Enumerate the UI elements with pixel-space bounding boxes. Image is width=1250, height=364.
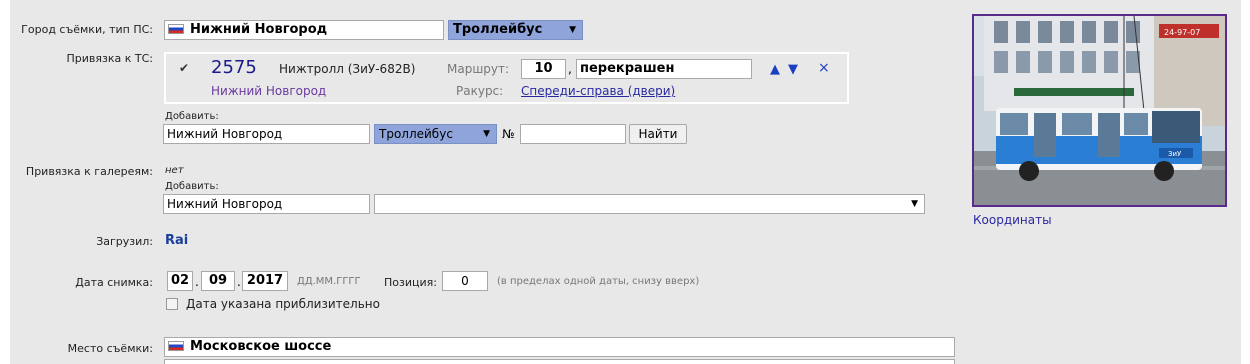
gallery-link-label: Привязка к галереям: — [25, 165, 153, 178]
add-gallery-city-input[interactable]: Нижний Новгород — [163, 194, 370, 214]
next-field-input[interactable] — [164, 359, 955, 364]
angle-label: Ракурс: — [456, 84, 504, 98]
chevron-down-icon: ▼ — [569, 25, 576, 35]
gallery-select[interactable]: ▼ — [374, 194, 925, 214]
trolleybus-photo: 24-97-07 ЗиУ — [974, 16, 1225, 205]
route-label: Маршрут: — [447, 62, 510, 76]
approx-date-checkbox[interactable] — [166, 298, 178, 310]
gallery-value: нет — [165, 165, 184, 176]
coordinates-link[interactable]: Координаты — [973, 213, 1052, 227]
add-vehicle-city-input[interactable]: Нижний Новгород — [163, 124, 370, 144]
vehicle-type-value: Троллейбус — [453, 22, 543, 37]
date-dot-2: . — [237, 275, 241, 289]
date-year-input[interactable]: 2017 — [242, 271, 288, 291]
city-input[interactable]: Нижний Новгород — [164, 20, 444, 40]
vehicle-checkbox[interactable]: ✔ — [178, 62, 190, 75]
russia-flag-icon — [168, 340, 184, 351]
form-panel: Город съёмки, тип ПС: Нижний Новгород Тр… — [10, 0, 1241, 364]
date-dot-1: . — [195, 275, 199, 289]
date-day-input[interactable]: 02 — [167, 271, 193, 291]
city-type-label: Город съёмки, тип ПС: — [21, 23, 153, 36]
date-month-input[interactable]: 09 — [201, 271, 235, 291]
city-input-value: Нижний Новгород — [190, 22, 328, 37]
number-sign-label: № — [502, 127, 515, 141]
uploader-link[interactable]: Rai — [165, 233, 188, 248]
angle-link[interactable]: Спереди-справа (двери) — [521, 84, 675, 98]
photo-thumbnail[interactable]: 24-97-07 ЗиУ — [972, 14, 1227, 207]
position-label: Позиция: — [384, 276, 437, 289]
uploaded-by-label: Загрузил: — [96, 235, 153, 248]
find-button[interactable]: Найти — [629, 124, 687, 144]
location-input[interactable]: Московское шоссе — [164, 337, 955, 357]
location-input-value: Московское шоссе — [190, 339, 332, 354]
chevron-down-icon: ▼ — [911, 199, 918, 209]
vehicle-city-link[interactable]: Нижний Новгород — [211, 84, 326, 98]
linked-vehicle-card: ✔ 2575 Нижтролл (ЗиУ-682В) Маршрут: 10 ,… — [164, 52, 849, 104]
location-label: Место съёмки: — [67, 342, 153, 355]
move-up-icon[interactable]: ▲ — [770, 62, 780, 77]
route-comma: , — [568, 62, 572, 76]
remove-vehicle-icon[interactable]: × — [818, 60, 830, 76]
vehicle-link-label: Привязка к ТС: — [66, 52, 153, 65]
approx-date-label[interactable]: Дата указана приблизительно — [186, 297, 380, 311]
add-vehicle-number-input[interactable] — [520, 124, 626, 144]
vehicle-model: Нижтролл (ЗиУ-682В) — [279, 62, 416, 76]
vehicle-type-select[interactable]: Троллейбус ▼ — [448, 20, 583, 40]
route-number-input[interactable]: 10 — [521, 59, 566, 79]
photo-sign-number: 24-97-07 — [1164, 28, 1200, 37]
position-input[interactable]: 0 — [442, 271, 488, 291]
move-down-icon[interactable]: ▼ — [788, 62, 798, 77]
chevron-down-icon: ▼ — [483, 129, 490, 139]
vehicle-number[interactable]: 2575 — [211, 57, 257, 78]
route-note-input[interactable]: перекрашен — [576, 59, 752, 79]
photo-date-label: Дата снимка: — [75, 276, 153, 289]
add-gallery-label: Добавить: — [165, 181, 219, 192]
add-vehicle-label: Добавить: — [165, 111, 219, 122]
russia-flag-icon — [168, 23, 184, 34]
add-vehicle-type-select[interactable]: Троллейбус ▼ — [374, 124, 497, 144]
add-vehicle-type-value: Троллейбус — [379, 127, 453, 141]
position-hint: (в пределах одной даты, снизу вверх) — [497, 276, 700, 287]
photo-bus-label: ЗиУ — [1168, 150, 1182, 158]
date-format-hint: ДД.ММ.ГГГГ — [297, 276, 361, 287]
